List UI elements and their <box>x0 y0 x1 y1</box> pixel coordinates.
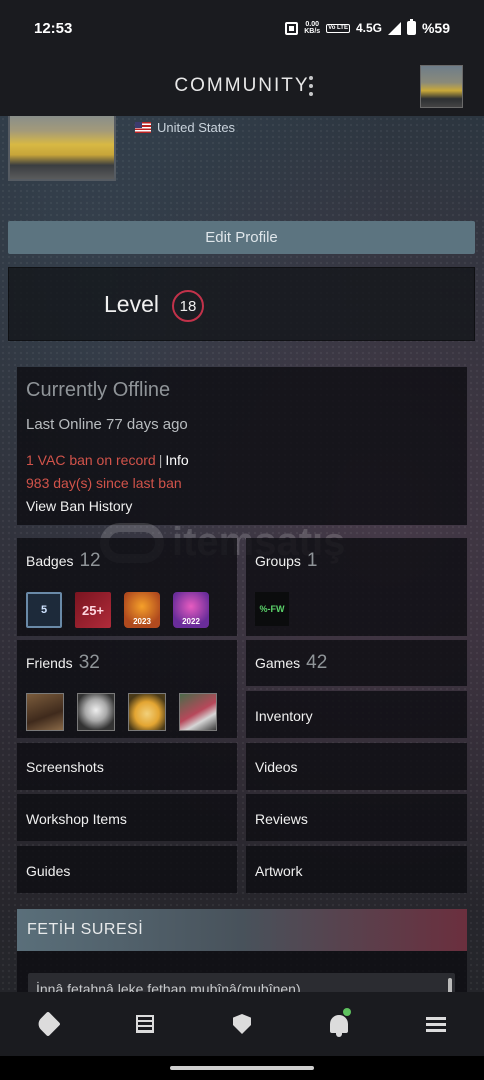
summary-panel: İnnâ fetahnâ leke fethan mubînâ(mubînen) <box>17 951 467 992</box>
notification-dot <box>343 1008 351 1016</box>
games-count: 42 <box>306 652 328 673</box>
user-avatar[interactable] <box>420 65 463 108</box>
badge-2023-icon[interactable]: 2023 <box>124 592 160 628</box>
tag-icon <box>35 1011 62 1037</box>
summary-text: İnnâ fetahnâ leke fethan mubînâ(mubînen) <box>36 981 301 992</box>
reviews-label: Reviews <box>255 811 308 827</box>
workshop-tile[interactable]: Workshop Items <box>17 794 237 841</box>
net-speed-value: 0.00 <box>305 21 319 28</box>
network-type: 4.5G <box>355 21 382 35</box>
badges-count: 12 <box>79 550 101 571</box>
status-bar: 12:53 0.00 KB/s Vo LTE 4.5G %59 <box>0 0 484 56</box>
clock: 12:53 <box>34 19 73 37</box>
net-speed-unit: KB/s <box>304 28 321 35</box>
friend-avatar[interactable] <box>179 693 217 731</box>
bell-icon <box>329 1015 348 1037</box>
reviews-tile[interactable]: Reviews <box>246 794 467 841</box>
groups-count: 1 <box>306 550 318 571</box>
friends-label: Friends <box>26 655 73 671</box>
profile-content[interactable]: United States Edit Profile Level 18 Curr… <box>0 116 484 992</box>
nav-menu[interactable] <box>387 992 484 1056</box>
location-text: United States <box>157 120 236 135</box>
edit-profile-button[interactable]: Edit Profile <box>8 221 475 254</box>
summary-textbox[interactable]: İnnâ fetahnâ leke fethan mubînâ(mubînen) <box>28 973 455 992</box>
days-since-ban: 983 day(s) since last ban <box>26 475 182 491</box>
more-options-icon[interactable] <box>308 76 314 96</box>
screenshots-tile[interactable]: Screenshots <box>17 743 237 790</box>
vac-ban-line: 1 VAC ban on record | Info <box>26 452 189 468</box>
groups-label: Groups <box>255 553 301 569</box>
news-icon <box>136 1015 155 1033</box>
summary-scrollbar[interactable] <box>448 978 452 992</box>
signal-icon <box>387 21 401 35</box>
guides-tile[interactable]: Guides <box>17 846 237 893</box>
friend-avatar[interactable] <box>128 693 166 731</box>
nav-guard[interactable] <box>194 992 291 1056</box>
status-icons: 0.00 KB/s Vo LTE 4.5G %59 <box>285 19 450 36</box>
vac-info-link[interactable]: Info <box>165 452 188 468</box>
battery-percent: %59 <box>421 20 450 36</box>
bottom-navigation <box>0 992 484 1056</box>
games-label: Games <box>255 655 301 671</box>
group-logo-icon[interactable]: %-FW <box>255 592 289 626</box>
nav-notifications[interactable] <box>290 992 387 1056</box>
badges-label: Badges <box>26 553 74 569</box>
level-panel[interactable]: Level 18 <box>8 267 475 341</box>
volte-icon: Vo LTE <box>326 23 350 33</box>
nav-store[interactable] <box>0 992 97 1056</box>
friend-avatar[interactable] <box>77 693 115 731</box>
us-flag-icon <box>135 122 151 133</box>
friends-tile[interactable]: Friends 32 <box>17 640 237 738</box>
artwork-label: Artwork <box>255 863 303 879</box>
menu-icon <box>425 1016 446 1032</box>
profile-location: United States <box>135 120 235 135</box>
level-badge: 18 <box>172 290 204 322</box>
videos-tile[interactable]: Videos <box>246 743 467 790</box>
videos-label: Videos <box>255 759 298 775</box>
workshop-label: Workshop Items <box>26 811 127 827</box>
vac-separator: | <box>158 452 163 468</box>
nav-news[interactable] <box>97 992 194 1056</box>
games-tile[interactable]: Games 42 <box>246 640 467 686</box>
level-label: Level <box>104 291 159 317</box>
inventory-tile[interactable]: Inventory <box>246 691 467 738</box>
view-ban-history-link[interactable]: View Ban History <box>26 498 132 514</box>
online-state: Currently Offline <box>26 379 171 401</box>
shield-icon <box>232 1014 251 1034</box>
system-home-bar <box>0 1056 484 1080</box>
vac-ban-text: 1 VAC ban on record <box>26 452 156 468</box>
nfc-icon <box>285 21 299 35</box>
profile-avatar <box>8 116 116 181</box>
online-status-panel: Currently Offline Last Online 77 days ag… <box>17 367 467 525</box>
artwork-tile[interactable]: Artwork <box>246 846 467 893</box>
page-title[interactable]: COMMUNITY <box>174 75 309 97</box>
app-header: COMMUNITY <box>0 56 484 116</box>
friends-count: 32 <box>78 652 100 673</box>
badges-tile[interactable]: Badges 12 5 25+ 2023 2022 <box>17 538 237 636</box>
battery-icon <box>406 19 416 35</box>
screenshots-label: Screenshots <box>26 759 104 775</box>
home-indicator[interactable] <box>170 1066 314 1070</box>
inventory-label: Inventory <box>255 708 313 724</box>
guides-label: Guides <box>26 863 71 879</box>
net-speed: 0.00 KB/s <box>304 21 320 35</box>
groups-tile[interactable]: Groups 1 %-FW <box>246 538 467 636</box>
badge-2022-icon[interactable]: 2022 <box>173 592 209 628</box>
last-online: Last Online 77 days ago <box>26 416 188 433</box>
badge-25plus-icon[interactable]: 25+ <box>75 592 111 628</box>
friend-avatar[interactable] <box>26 693 64 731</box>
badge-5-icon[interactable]: 5 <box>26 592 62 628</box>
summary-section-title: FETİH SURESİ <box>17 909 467 951</box>
